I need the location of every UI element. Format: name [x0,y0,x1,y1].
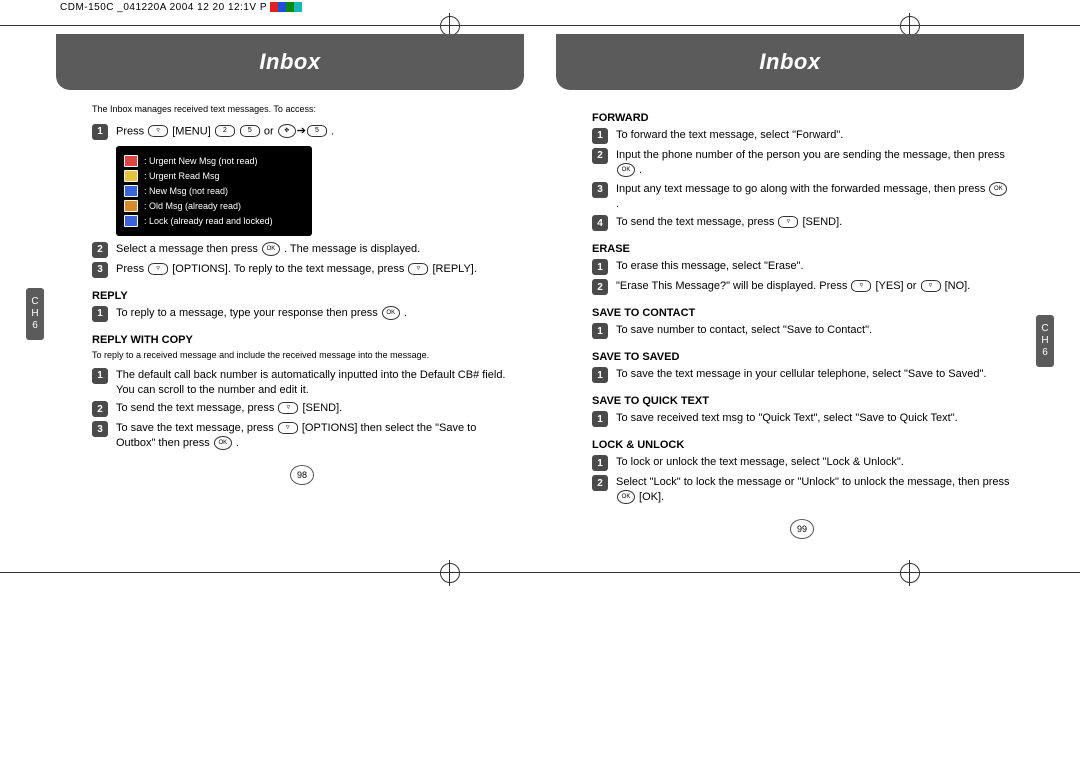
key-5-icon: 5 [307,125,327,137]
ok-key-icon: OK [617,163,635,177]
stc-step-1: 1To save number to contact, select "Save… [592,323,1012,339]
reply-with-copy-note: To reply to a received message and inclu… [92,350,512,362]
erase-step-1: 1To erase this message, select "Erase". [592,259,1012,275]
step-3: 3 Press ▿ [OPTIONS]. To reply to the tex… [92,262,512,278]
section-forward: FORWARD [592,112,1012,124]
new-msg-icon [124,185,138,197]
ok-key-icon: OK [617,490,635,504]
ok-key-icon: OK [382,306,400,320]
registration-marks [0,16,1080,34]
page-number: 99 [592,519,1012,539]
key-2-icon: 2 [215,125,235,137]
nav-icon: ✥ [278,124,296,138]
chapter-tab: C H 6 [26,288,44,340]
lock-step-2: 2Select "Lock" to lock the message or "U… [592,475,1012,505]
step-2: 2 Select a message then press OK . The m… [92,242,512,258]
rwc-step-1: 1 The default call back number is automa… [92,368,512,398]
softkey-icon: ▿ [921,280,941,292]
section-lock-unlock: LOCK & UNLOCK [592,439,1012,451]
key-5-icon: 5 [240,125,260,137]
fwd-step-1: 1To forward the text message, select "Fo… [592,128,1012,144]
page-title: Inbox [56,34,524,90]
page-title: Inbox [556,34,1024,90]
softkey-icon: ▿ [851,280,871,292]
fwd-step-2: 2Input the phone number of the person yo… [592,148,1012,178]
lock-step-1: 1To lock or unlock the text message, sel… [592,455,1012,471]
rwc-step-2: 2 To send the text message, press ▿ [SEN… [92,401,512,417]
ok-key-icon: OK [989,182,1007,196]
section-save-to-quick-text: SAVE TO QUICK TEXT [592,395,1012,407]
lock-icon [124,215,138,227]
softkey-icon: ▿ [148,263,168,275]
registration-marks-bottom [0,563,1080,581]
document-meta-strip: CDM-150C _041220A 2004 12 20 12:1V P [0,0,1080,16]
sts-step-1: 1To save the text message in your cellul… [592,367,1012,383]
erase-step-2: 2"Erase This Message?" will be displayed… [592,279,1012,295]
page-number: 98 [92,465,512,485]
intro-text: The Inbox manages received text messages… [92,100,512,120]
fwd-step-4: 4To send the text message, press ▿ [SEND… [592,215,1012,231]
section-reply-with-copy: REPLY WITH COPY [92,334,512,346]
ok-key-icon: OK [214,436,232,450]
ok-key-icon: OK [262,242,280,256]
page-right: Inbox C H 6 FORWARD 1To forward the text… [556,34,1024,539]
softkey-icon: ▿ [778,216,798,228]
section-erase: ERASE [592,243,1012,255]
urgent-new-icon [124,155,138,167]
chapter-tab: C H 6 [1036,315,1054,367]
rwc-step-3: 3 To save the text message, press ▿ [OPT… [92,421,512,451]
softkey-icon: ▿ [278,402,298,414]
step-1: 1 Press ▿ [MENU] 2 5 or ✥➔5 . [92,124,512,140]
page-left: Inbox C H 6 The Inbox manages received t… [56,34,524,539]
fwd-step-3: 3Input any text message to go along with… [592,182,1012,212]
stq-step-1: 1To save received text msg to "Quick Tex… [592,411,1012,427]
softkey-icon: ▿ [408,263,428,275]
message-status-legend: : Urgent New Msg (not read) : Urgent Rea… [116,146,312,236]
section-save-to-contact: SAVE TO CONTACT [592,307,1012,319]
softkey-icon: ▿ [278,422,298,434]
reply-step-1: 1 To reply to a message, type your respo… [92,306,512,322]
section-reply: REPLY [92,290,512,302]
old-msg-icon [124,200,138,212]
urgent-read-icon [124,170,138,182]
softkey-icon: ▿ [148,125,168,137]
section-save-to-saved: SAVE TO SAVED [592,351,1012,363]
